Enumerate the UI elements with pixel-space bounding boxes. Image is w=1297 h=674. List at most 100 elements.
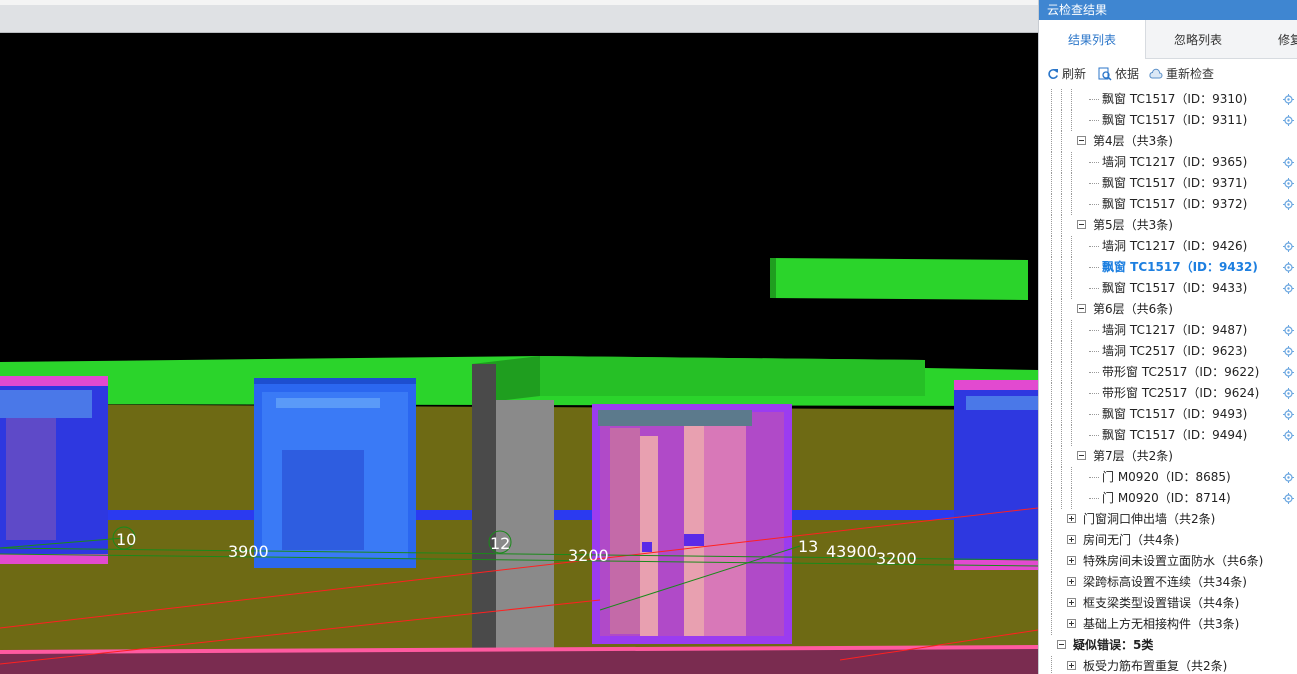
- collapse-icon[interactable]: [1077, 136, 1086, 145]
- locate-icon[interactable]: [1283, 241, 1294, 252]
- tree-group-item[interactable]: 梁跨标高设置不连续（共34条): [1039, 572, 1297, 593]
- locate-icon[interactable]: [1283, 472, 1294, 483]
- locate-icon[interactable]: [1283, 283, 1294, 294]
- tree-item-label[interactable]: 墙洞 TC1217（ID：9365): [1102, 152, 1247, 173]
- window-purple-panel-4: [704, 426, 746, 636]
- tab-results[interactable]: 结果列表: [1039, 20, 1146, 59]
- tree-leaf-item[interactable]: 飘窗 TC1517（ID：9371): [1039, 173, 1297, 194]
- collapse-icon[interactable]: [1077, 451, 1086, 460]
- locate-icon[interactable]: [1283, 409, 1294, 420]
- tree-leaf-item[interactable]: 飘窗 TC1517（ID：9311): [1039, 110, 1297, 131]
- tree-item-label[interactable]: 飘窗 TC1517（ID：9493): [1102, 404, 1247, 425]
- expand-icon[interactable]: [1067, 619, 1076, 628]
- tree-group-item[interactable]: 第7层（共2条): [1039, 446, 1297, 467]
- tree-guide-line: [1051, 236, 1052, 257]
- recheck-button[interactable]: 重新检查: [1148, 65, 1214, 82]
- tree-item-label[interactable]: 墙洞 TC2517（ID：9623): [1102, 341, 1247, 362]
- locate-icon[interactable]: [1283, 493, 1294, 504]
- tree-leaf-item[interactable]: 飘窗 TC1517（ID：9372): [1039, 194, 1297, 215]
- 3d-scene[interactable]: 10 12 13 3900 3200 43900 3200: [0, 33, 1038, 674]
- tree-leaf-item[interactable]: 带形窗 TC2517（ID：9622): [1039, 362, 1297, 383]
- tree-group-item[interactable]: 第4层（共3条): [1039, 131, 1297, 152]
- locate-icon[interactable]: [1283, 367, 1294, 378]
- tree-item-label[interactable]: 第5层（共3条): [1093, 215, 1173, 236]
- collapse-icon[interactable]: [1077, 220, 1086, 229]
- locate-icon[interactable]: [1283, 199, 1294, 210]
- tree-item-label[interactable]: 飘窗 TC1517（ID：9310): [1102, 89, 1247, 110]
- tree-item-label[interactable]: 飘窗 TC1517（ID：9311): [1102, 110, 1247, 131]
- tree-item-label[interactable]: 门 M0920（ID：8685): [1102, 467, 1231, 488]
- tree-item-label[interactable]: 墙洞 TC1217（ID：9426): [1102, 236, 1247, 257]
- expand-icon[interactable]: [1067, 577, 1076, 586]
- tree-leaf-item[interactable]: 飘窗 TC1517（ID：9310): [1039, 89, 1297, 110]
- locate-icon[interactable]: [1283, 430, 1294, 441]
- tree-group-item[interactable]: 特殊房间未设置立面防水（共6条): [1039, 551, 1297, 572]
- locate-icon[interactable]: [1283, 388, 1294, 399]
- tree-item-label[interactable]: 第7层（共2条): [1093, 446, 1173, 467]
- tree-leaf-item[interactable]: 墙洞 TC1217（ID：9487): [1039, 320, 1297, 341]
- tree-item-label[interactable]: 带形窗 TC2517（ID：9622): [1102, 362, 1259, 383]
- tree-item-label[interactable]: 飘窗 TC1517（ID：9372): [1102, 194, 1247, 215]
- tree-item-label[interactable]: 房间无门（共4条): [1083, 530, 1179, 551]
- tree-branch-line: [1089, 162, 1099, 163]
- tab-ignored[interactable]: 忽略列表: [1146, 20, 1250, 58]
- tree-item-label[interactable]: 梁跨标高设置不连续（共34条): [1083, 572, 1247, 593]
- dimension-label-1: 3900: [228, 542, 269, 561]
- tree-item-label[interactable]: 飘窗 TC1517（ID：9371): [1102, 173, 1247, 194]
- tree-group-item[interactable]: 基础上方无相接构件（共3条): [1039, 614, 1297, 635]
- tree-leaf-item[interactable]: 飘窗 TC1517（ID：9433): [1039, 278, 1297, 299]
- refresh-button[interactable]: 刷新: [1047, 65, 1086, 82]
- locate-icon[interactable]: [1283, 94, 1294, 105]
- locate-icon[interactable]: [1283, 178, 1294, 189]
- tree-group-item[interactable]: 第5层（共3条): [1039, 215, 1297, 236]
- basis-button[interactable]: 依据: [1098, 65, 1139, 82]
- expand-icon[interactable]: [1067, 661, 1076, 670]
- 3d-viewport[interactable]: 10 12 13 3900 3200 43900 3200: [0, 33, 1038, 674]
- expand-icon[interactable]: [1067, 514, 1076, 523]
- tree-item-label[interactable]: 疑似错误：5类: [1073, 635, 1153, 656]
- tree-group-item[interactable]: 板受力筋布置重复（共2条): [1039, 656, 1297, 674]
- viewport-toolbar: [0, 0, 1038, 33]
- tree-leaf-item[interactable]: 门 M0920（ID：8714): [1039, 488, 1297, 509]
- tree-item-label[interactable]: 板受力筋布置重复（共2条): [1083, 656, 1227, 674]
- expand-icon[interactable]: [1067, 535, 1076, 544]
- tree-group-item[interactable]: 第6层（共6条): [1039, 299, 1297, 320]
- expand-icon[interactable]: [1067, 556, 1076, 565]
- locate-icon[interactable]: [1283, 325, 1294, 336]
- collapse-icon[interactable]: [1057, 640, 1066, 649]
- tree-guide-line: [1051, 152, 1052, 173]
- tree-guide-line: [1051, 320, 1052, 341]
- tree-group-item[interactable]: 房间无门（共4条): [1039, 530, 1297, 551]
- tree-group-item[interactable]: 门窗洞口伸出墙（共2条): [1039, 509, 1297, 530]
- locate-icon[interactable]: [1283, 115, 1294, 126]
- expand-icon[interactable]: [1067, 598, 1076, 607]
- tree-leaf-item[interactable]: 飘窗 TC1517（ID：9494): [1039, 425, 1297, 446]
- locate-icon[interactable]: [1283, 262, 1294, 273]
- tree-leaf-item[interactable]: 门 M0920（ID：8685): [1039, 467, 1297, 488]
- tree-category-root[interactable]: 疑似错误：5类: [1039, 635, 1297, 656]
- tree-item-label[interactable]: 基础上方无相接构件（共3条): [1083, 614, 1239, 635]
- tree-item-label[interactable]: 框支梁类型设置错误（共4条): [1083, 593, 1239, 614]
- tree-leaf-item[interactable]: 飘窗 TC1517（ID：9432): [1039, 257, 1297, 278]
- tree-leaf-item[interactable]: 飘窗 TC1517（ID：9493): [1039, 404, 1297, 425]
- tree-item-label[interactable]: 第6层（共6条): [1093, 299, 1173, 320]
- tree-item-label[interactable]: 第4层（共3条): [1093, 131, 1173, 152]
- tree-leaf-item[interactable]: 墙洞 TC1217（ID：9426): [1039, 236, 1297, 257]
- tree-item-label[interactable]: 特殊房间未设置立面防水（共6条): [1083, 551, 1263, 572]
- tree-leaf-item[interactable]: 带形窗 TC2517（ID：9624): [1039, 383, 1297, 404]
- tree-group-item[interactable]: 框支梁类型设置错误（共4条): [1039, 593, 1297, 614]
- collapse-icon[interactable]: [1077, 304, 1086, 313]
- tree-item-label[interactable]: 飘窗 TC1517（ID：9433): [1102, 278, 1247, 299]
- tree-leaf-item[interactable]: 墙洞 TC1217（ID：9365): [1039, 152, 1297, 173]
- tab-repair[interactable]: 修复: [1251, 20, 1297, 58]
- locate-icon[interactable]: [1283, 346, 1294, 357]
- tree-guide-line: [1061, 425, 1062, 446]
- locate-icon[interactable]: [1283, 157, 1294, 168]
- tree-leaf-item[interactable]: 墙洞 TC2517（ID：9623): [1039, 341, 1297, 362]
- tree-item-label[interactable]: 飘窗 TC1517（ID：9494): [1102, 425, 1247, 446]
- tree-item-label[interactable]: 带形窗 TC2517（ID：9624): [1102, 383, 1259, 404]
- tree-item-label[interactable]: 门窗洞口伸出墙（共2条): [1083, 509, 1215, 530]
- tree-item-label[interactable]: 飘窗 TC1517（ID：9432): [1102, 257, 1258, 278]
- tree-item-label[interactable]: 墙洞 TC1217（ID：9487): [1102, 320, 1247, 341]
- tree-item-label[interactable]: 门 M0920（ID：8714): [1102, 488, 1231, 509]
